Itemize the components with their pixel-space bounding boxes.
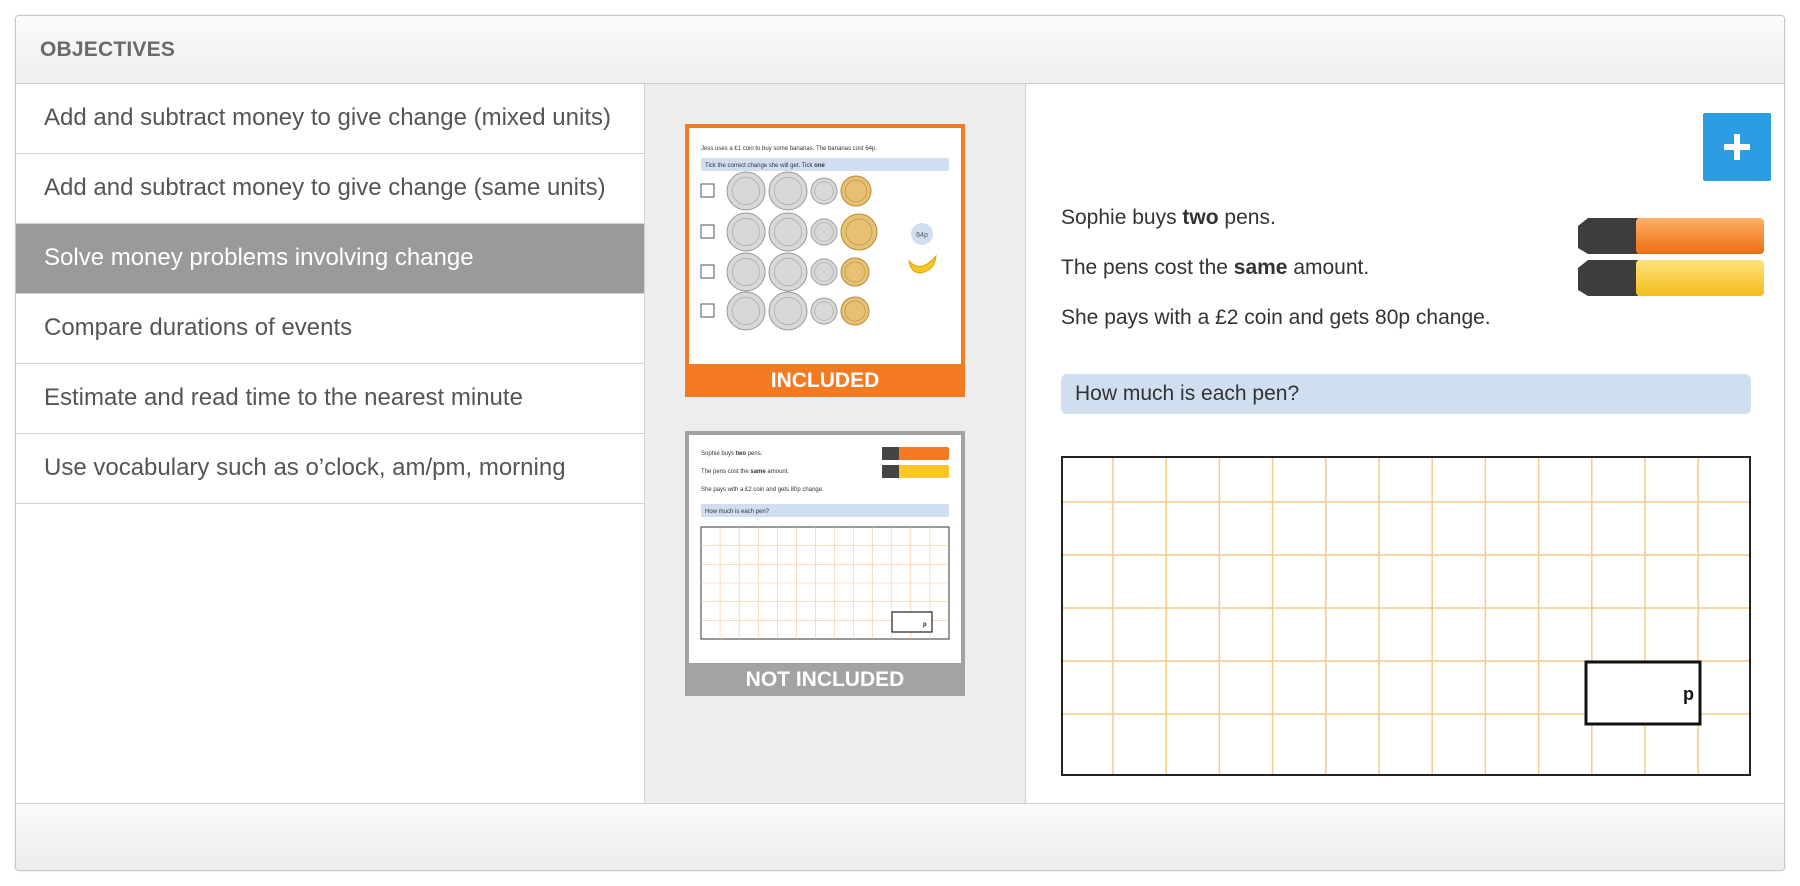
not-included-label: NOT INCLUDED	[685, 663, 965, 696]
objectives-panel: OBJECTIVES Add and subtract money to giv…	[15, 15, 1785, 871]
answer-grid: p	[1061, 456, 1751, 776]
thumb-question: How much is each pen?	[705, 509, 770, 515]
question-line-1: Sophie buys two pens.	[1061, 206, 1276, 229]
objective-label: Estimate and read time to the nearest mi…	[44, 384, 523, 411]
thumb-line1: Sophie buys two pens.	[701, 451, 763, 457]
included-label: INCLUDED	[685, 364, 965, 397]
thumbnail-not-included[interactable]: Sophie buys two pens. The pens cost the …	[685, 431, 965, 696]
question-thumbnails: Jess uses a £1 coin to buy some bananas.…	[645, 84, 1026, 805]
objective-item[interactable]: Add and subtract money to give change (s…	[16, 154, 644, 224]
answer-unit: p	[1683, 684, 1694, 704]
objective-label: Add and subtract money to give change (s…	[44, 174, 606, 201]
objective-label: Add and subtract money to give change (m…	[44, 104, 611, 131]
question-preview: Sophie buys two pens. The pens cost the …	[1026, 84, 1784, 805]
thumbnail-included[interactable]: Jess uses a £1 coin to buy some bananas.…	[685, 124, 965, 397]
panel-header: OBJECTIVES	[16, 16, 1784, 84]
panel-footer	[16, 803, 1784, 870]
checkbox-icon	[700, 264, 715, 279]
thumb-line2: The pens cost the same amount.	[701, 469, 789, 475]
objective-item[interactable]: Compare durations of events	[16, 294, 644, 364]
checkbox-icon	[700, 183, 715, 198]
thumbnail-pens-image: Sophie buys two pens. The pens cost the …	[700, 447, 950, 640]
question-box: How much is each pen?	[1061, 374, 1751, 414]
objective-item[interactable]: Estimate and read time to the nearest mi…	[16, 364, 644, 434]
question-line-2: The pens cost the same amount.	[1061, 256, 1370, 279]
thumb-line3: She pays with a £2 coin and gets 80p cha…	[701, 487, 824, 493]
question-line-3: She pays with a £2 coin and gets 80p cha…	[1061, 306, 1491, 329]
thumb-answer-grid: p	[700, 526, 950, 640]
objectives-list: Add and subtract money to give change (m…	[16, 84, 645, 805]
add-question-button[interactable]	[1703, 113, 1771, 181]
objective-item[interactable]: Use vocabulary such as o’clock, am/pm, m…	[16, 434, 644, 504]
pens-illustration	[1578, 218, 1764, 296]
objective-label: Use vocabulary such as o’clock, am/pm, m…	[44, 454, 566, 481]
price-tag-text: 64p	[916, 232, 928, 239]
thumb-q1-text: Jess uses a £1 coin to buy some bananas.…	[701, 146, 877, 152]
objective-item-selected[interactable]: Solve money problems involving change	[16, 224, 644, 294]
coin-rows	[700, 171, 878, 331]
thumb-q2-text: Tick the correct change she will get. Ti…	[705, 163, 825, 169]
objective-label: Solve money problems involving change	[44, 244, 474, 271]
question-text: How much is each pen?	[1075, 382, 1300, 405]
panel-title: OBJECTIVES	[40, 38, 176, 61]
thumbnail-coins-image: Jess uses a £1 coin to buy some bananas.…	[700, 146, 949, 331]
svg-text:p: p	[923, 622, 927, 628]
checkbox-icon	[700, 224, 715, 239]
objective-item[interactable]: Add and subtract money to give change (m…	[16, 84, 644, 154]
checkbox-icon	[700, 303, 715, 318]
banana-icon	[908, 254, 937, 274]
objective-label: Compare durations of events	[44, 314, 353, 341]
